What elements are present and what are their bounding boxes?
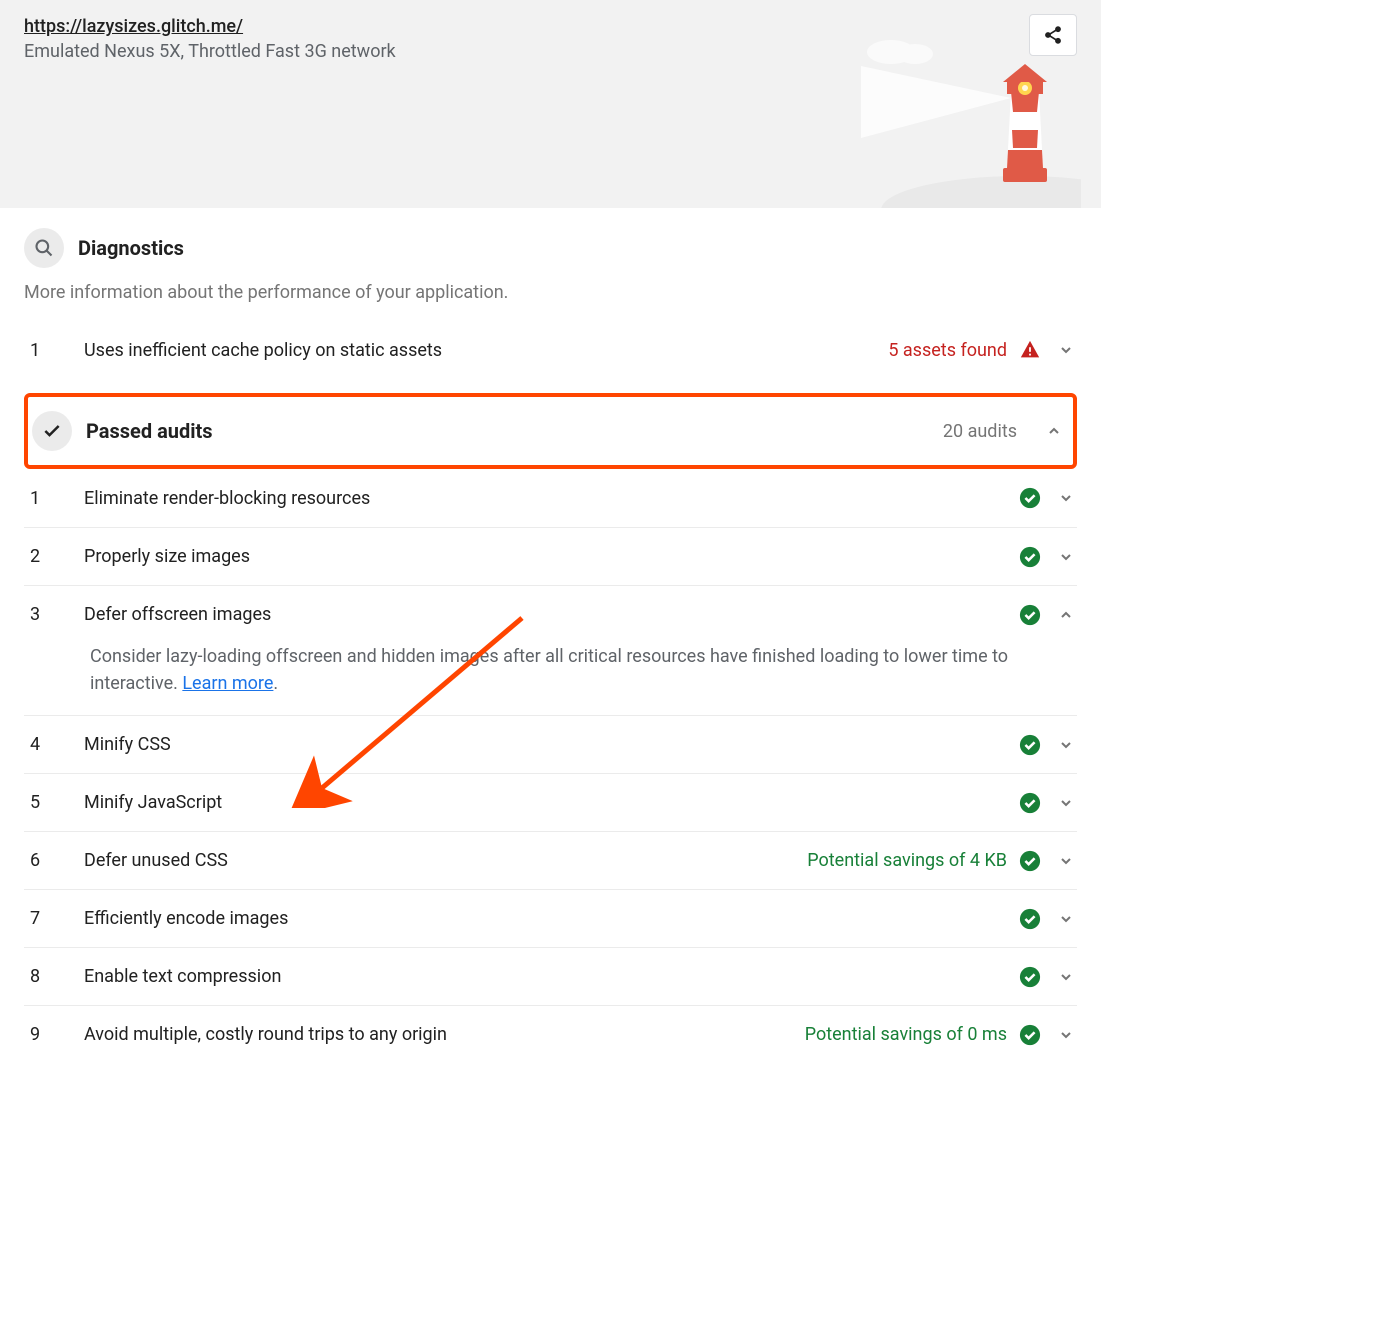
audit-title: Uses inefficient cache policy on static …: [84, 340, 888, 361]
check-circle-icon: [1019, 908, 1041, 930]
check-circle-icon: [1019, 546, 1041, 568]
passed-audit-row[interactable]: 9 Avoid multiple, costly round trips to …: [24, 1005, 1077, 1063]
audit-number: 9: [24, 1024, 84, 1045]
audit-title: Avoid multiple, costly round trips to an…: [84, 1024, 805, 1045]
passed-audit-row[interactable]: 7 Efficiently encode images: [24, 889, 1077, 947]
report-device-line: Emulated Nexus 5X, Throttled Fast 3G net…: [24, 41, 1077, 62]
chevron-down-icon: [1055, 734, 1077, 756]
warning-icon: [1019, 339, 1041, 361]
lighthouse-illustration: [861, 38, 1081, 208]
audit-title: Eliminate render-blocking resources: [84, 488, 1019, 509]
search-icon: [24, 228, 64, 268]
chevron-down-icon: [1055, 908, 1077, 930]
diagnostics-header: Diagnostics: [24, 208, 1077, 276]
passed-audits-title: Passed audits: [86, 419, 929, 443]
chevron-up-icon: [1055, 604, 1077, 626]
audit-note: Potential savings of 0 ms: [805, 1024, 1007, 1045]
check-circle-icon: [1019, 604, 1041, 626]
passed-audit-row[interactable]: 8 Enable text compression: [24, 947, 1077, 1005]
audit-note: Potential savings of 4 KB: [807, 850, 1007, 871]
audit-note: 5 assets found: [888, 340, 1007, 361]
passed-audit-row[interactable]: 6 Defer unused CSS Potential savings of …: [24, 831, 1077, 889]
passed-audits-header[interactable]: Passed audits 20 audits: [24, 393, 1077, 469]
audit-number: 5: [24, 792, 84, 813]
check-circle-icon: [1019, 1024, 1041, 1046]
audit-detail: Consider lazy-loading offscreen and hidd…: [24, 643, 1077, 715]
check-circle-icon: [1019, 734, 1041, 756]
passed-audit-row[interactable]: 3 Defer offscreen images: [24, 585, 1077, 643]
check-circle-icon: [1019, 966, 1041, 988]
audit-title: Minify JavaScript: [84, 792, 1019, 813]
diagnostics-description: More information about the performance o…: [24, 276, 1077, 321]
audit-number: 3: [24, 604, 84, 625]
passed-audit-row[interactable]: 5 Minify JavaScript: [24, 773, 1077, 831]
audit-number: 7: [24, 908, 84, 929]
audit-title: Properly size images: [84, 546, 1019, 567]
audit-title: Defer unused CSS: [84, 850, 807, 871]
share-button[interactable]: [1029, 14, 1077, 56]
passed-audit-row[interactable]: 1 Eliminate render-blocking resources: [24, 469, 1077, 527]
passed-audit-row[interactable]: 2 Properly size images: [24, 527, 1077, 585]
diagnostic-audit-row[interactable]: 1 Uses inefficient cache policy on stati…: [24, 321, 1077, 379]
passed-audit-row[interactable]: 4 Minify CSS: [24, 715, 1077, 773]
report-url-link[interactable]: https://lazysizes.glitch.me/: [24, 16, 243, 37]
chevron-down-icon: [1055, 487, 1077, 509]
share-icon: [1043, 25, 1063, 45]
audit-title: Defer offscreen images: [84, 604, 1019, 625]
audit-number: 2: [24, 546, 84, 567]
audit-title: Minify CSS: [84, 734, 1019, 755]
check-circle-icon: [1019, 792, 1041, 814]
chevron-down-icon: [1055, 1024, 1077, 1046]
chevron-down-icon: [1055, 339, 1077, 361]
chevron-down-icon: [1055, 546, 1077, 568]
chevron-down-icon: [1055, 792, 1077, 814]
audit-number: 1: [24, 340, 84, 361]
diagnostics-title: Diagnostics: [78, 236, 184, 260]
audit-title: Enable text compression: [84, 966, 1019, 987]
chevron-down-icon: [1055, 850, 1077, 872]
chevron-up-icon: [1043, 420, 1065, 442]
audit-title: Efficiently encode images: [84, 908, 1019, 929]
report-header: https://lazysizes.glitch.me/ Emulated Ne…: [0, 0, 1101, 208]
audit-number: 1: [24, 488, 84, 509]
audit-number: 6: [24, 850, 84, 871]
check-circle-icon: [1019, 487, 1041, 509]
chevron-down-icon: [1055, 966, 1077, 988]
audit-number: 4: [24, 734, 84, 755]
check-circle-icon: [1019, 850, 1041, 872]
passed-audits-count: 20 audits: [943, 421, 1017, 442]
audit-number: 8: [24, 966, 84, 987]
learn-more-link[interactable]: Learn more: [182, 673, 273, 694]
check-icon: [32, 411, 72, 451]
